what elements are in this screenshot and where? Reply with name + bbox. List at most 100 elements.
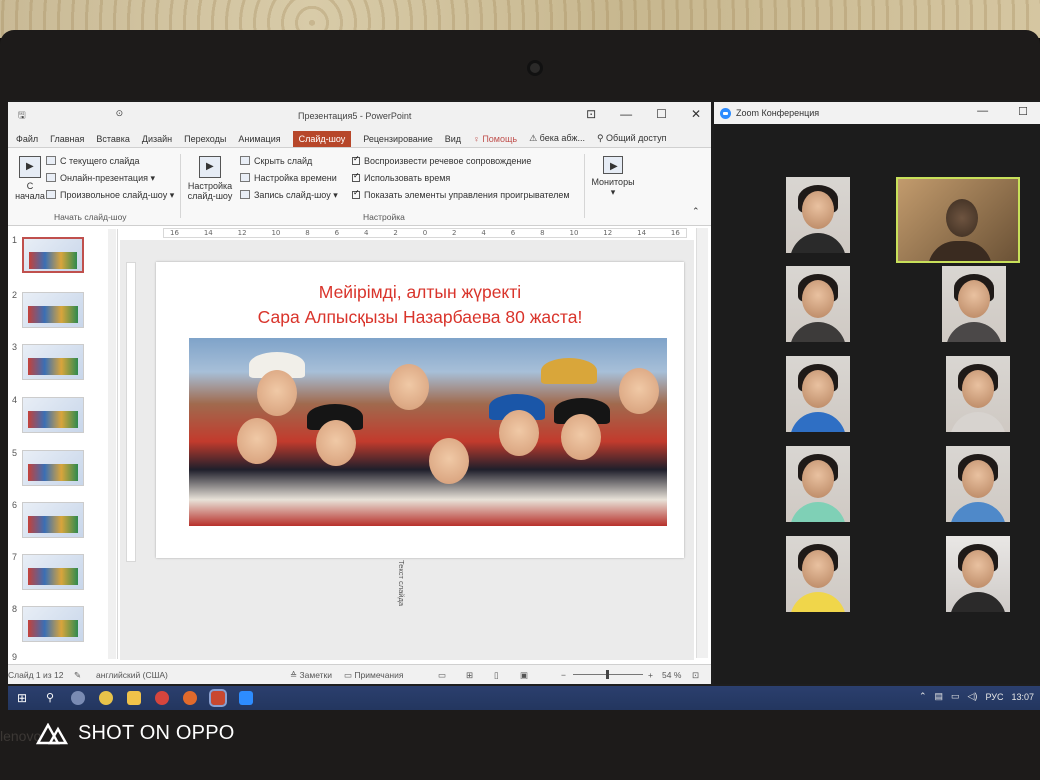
thumbnail-slide-4[interactable] — [22, 397, 84, 433]
participant-video[interactable] — [786, 266, 850, 342]
slide-title-line-2[interactable]: Сара Алпысқызы Назарбаева 80 жаста! — [156, 307, 684, 328]
zoom-level[interactable]: 54 % — [662, 670, 681, 680]
maximize-button[interactable]: ☐ — [1018, 105, 1028, 118]
globe-icon — [46, 173, 56, 182]
participant-video[interactable] — [786, 177, 850, 253]
setup-label-2: слайд-шоу — [187, 191, 233, 201]
slide-group-photo[interactable] — [189, 338, 667, 526]
thumb-number: 1 — [12, 235, 18, 245]
powerpoint-titlebar: 🖫 ⊙ Презентация5 - PowerPoint ⊡ — ☐ ✕ — [8, 102, 711, 130]
participant-video[interactable] — [786, 446, 850, 522]
zoom-in-icon[interactable]: + — [648, 670, 653, 680]
language-indicator[interactable]: английский (США) — [96, 670, 168, 680]
thumb-number: 8 — [12, 604, 18, 614]
search-icon[interactable]: ⚲ — [43, 691, 57, 705]
comments-button[interactable]: ▭ Примечания — [344, 670, 403, 681]
from-start-button[interactable]: С начала — [14, 156, 46, 201]
tab-help[interactable]: ♀ Помощь — [473, 134, 517, 144]
ribbon-display-icon[interactable]: ⊡ — [586, 107, 596, 121]
thumbnail-slide-7[interactable] — [22, 554, 84, 590]
rehearse-timings-button[interactable]: Настройка времени — [240, 173, 337, 183]
participant-video[interactable] — [942, 266, 1006, 342]
fit-slide-icon[interactable]: ⊡ — [692, 670, 699, 681]
close-button[interactable]: ✕ — [691, 107, 701, 121]
file-explorer-icon[interactable] — [127, 691, 141, 705]
zoom-title: Zoom Конференция — [736, 108, 820, 118]
cortana-icon[interactable] — [71, 691, 85, 705]
share-button[interactable]: ⚲ Общий доступ — [597, 133, 667, 144]
tab-slideshow[interactable]: Слайд-шоу — [292, 130, 352, 147]
collapse-ribbon-icon[interactable]: ⌃ — [692, 206, 700, 217]
editor-scrollbar[interactable] — [696, 228, 708, 658]
zoom-out-icon[interactable]: − — [561, 670, 566, 680]
keyboard-language[interactable]: РУС — [985, 692, 1003, 702]
yandex-browser-icon[interactable] — [99, 691, 113, 705]
thumbnails-scrollbar[interactable] — [108, 229, 116, 659]
participant-video-active-speaker[interactable] — [896, 177, 1020, 263]
reading-view-icon[interactable]: ▯ — [494, 670, 499, 681]
online-present-button[interactable]: Онлайн-презентация ▾ — [46, 173, 155, 184]
show-controls-checkbox[interactable]: Показать элементы управления проигрывате… — [352, 188, 570, 200]
photo-face — [561, 414, 601, 460]
battery-icon[interactable]: ▭ — [951, 691, 960, 702]
volume-icon[interactable]: ◁) — [968, 691, 978, 702]
from-current-button[interactable]: С текущего слайда — [46, 156, 140, 166]
participant-video[interactable] — [946, 356, 1010, 432]
thumbnail-slide-5[interactable] — [22, 450, 84, 486]
thumbnail-slide-3[interactable] — [22, 344, 84, 380]
setup-slideshow-button[interactable]: Настройка слайд-шоу — [186, 156, 234, 201]
chrome-icon[interactable] — [155, 691, 169, 705]
slideshow-view-icon[interactable]: ▣ — [520, 670, 528, 681]
slide-sorter-icon[interactable]: ⊞ — [466, 670, 473, 681]
horizontal-ruler: 16 14 12 10 8 6 4 2 0 2 4 6 8 10 12 14 1… — [163, 228, 687, 238]
zoom-slider-handle[interactable] — [606, 670, 609, 679]
minimize-button[interactable]: — — [620, 107, 632, 121]
status-bar: Слайд 1 из 12 ✎ английский (США) ≙ Замет… — [8, 664, 711, 684]
minimize-button[interactable]: — — [977, 105, 988, 118]
media-player-icon[interactable] — [183, 691, 197, 705]
spellcheck-icon[interactable]: ✎ — [74, 670, 81, 681]
participant-video[interactable] — [946, 536, 1010, 612]
save-icon[interactable]: 🖫 — [18, 108, 26, 124]
thumbnail-slide-2[interactable] — [22, 292, 84, 328]
webcam — [527, 60, 543, 76]
tab-design[interactable]: Дизайн — [142, 134, 172, 144]
setup-label-1: Настройка — [187, 181, 233, 191]
tab-animations[interactable]: Анимация — [238, 134, 280, 144]
powerpoint-taskbar-icon[interactable] — [209, 689, 227, 707]
hide-slide-button[interactable]: Скрыть слайд — [240, 156, 312, 166]
maximize-button[interactable]: ☐ — [656, 107, 667, 121]
tray-expand-icon[interactable]: ⌃ — [919, 691, 927, 702]
thumbnail-slide-6[interactable] — [22, 502, 84, 538]
slide-title-line-1[interactable]: Мейірімді, алтын жүректі — [156, 282, 684, 303]
current-slide[interactable]: Мейірімді, алтын жүректі Сара Алпысқызы … — [156, 262, 684, 558]
tab-transitions[interactable]: Переходы — [184, 134, 226, 144]
notes-button[interactable]: ≙ Заметки — [290, 670, 332, 681]
tab-home[interactable]: Главная — [50, 134, 84, 144]
participant-video[interactable] — [946, 446, 1010, 522]
record-icon — [240, 190, 250, 199]
tab-review[interactable]: Рецензирование — [363, 134, 433, 144]
zoom-taskbar-icon[interactable] — [239, 691, 253, 705]
network-icon[interactable]: ▤ — [934, 691, 943, 702]
user-account[interactable]: ⚠ бека абж... — [529, 133, 585, 144]
present-icon[interactable]: ⊙ — [116, 108, 124, 124]
tab-insert[interactable]: Вставка — [96, 134, 129, 144]
thumbnail-slide-1[interactable] — [22, 237, 84, 273]
play-narrations-checkbox[interactable]: Воспроизвести речевое сопровождение — [352, 154, 531, 166]
participant-video[interactable] — [786, 536, 850, 612]
use-timings-checkbox[interactable]: Использовать время — [352, 171, 450, 183]
clock[interactable]: 13:07 — [1011, 692, 1034, 702]
normal-view-icon[interactable]: ▭ — [438, 670, 446, 681]
monitors-button[interactable]: Мониторы ▾ — [588, 156, 638, 198]
tab-view[interactable]: Вид — [445, 134, 461, 144]
ruler-tick: 6 — [334, 229, 340, 237]
participant-body — [946, 322, 1002, 342]
participant-video[interactable] — [786, 356, 850, 432]
photo-face — [389, 364, 429, 410]
custom-show-button[interactable]: Произвольное слайд-шоу ▾ — [46, 190, 174, 201]
record-slideshow-button[interactable]: Запись слайд-шоу ▾ — [240, 190, 338, 201]
thumbnail-slide-8[interactable] — [22, 606, 84, 642]
tab-file[interactable]: Файл — [16, 134, 38, 144]
windows-start-icon[interactable]: ⊞ — [15, 691, 29, 705]
